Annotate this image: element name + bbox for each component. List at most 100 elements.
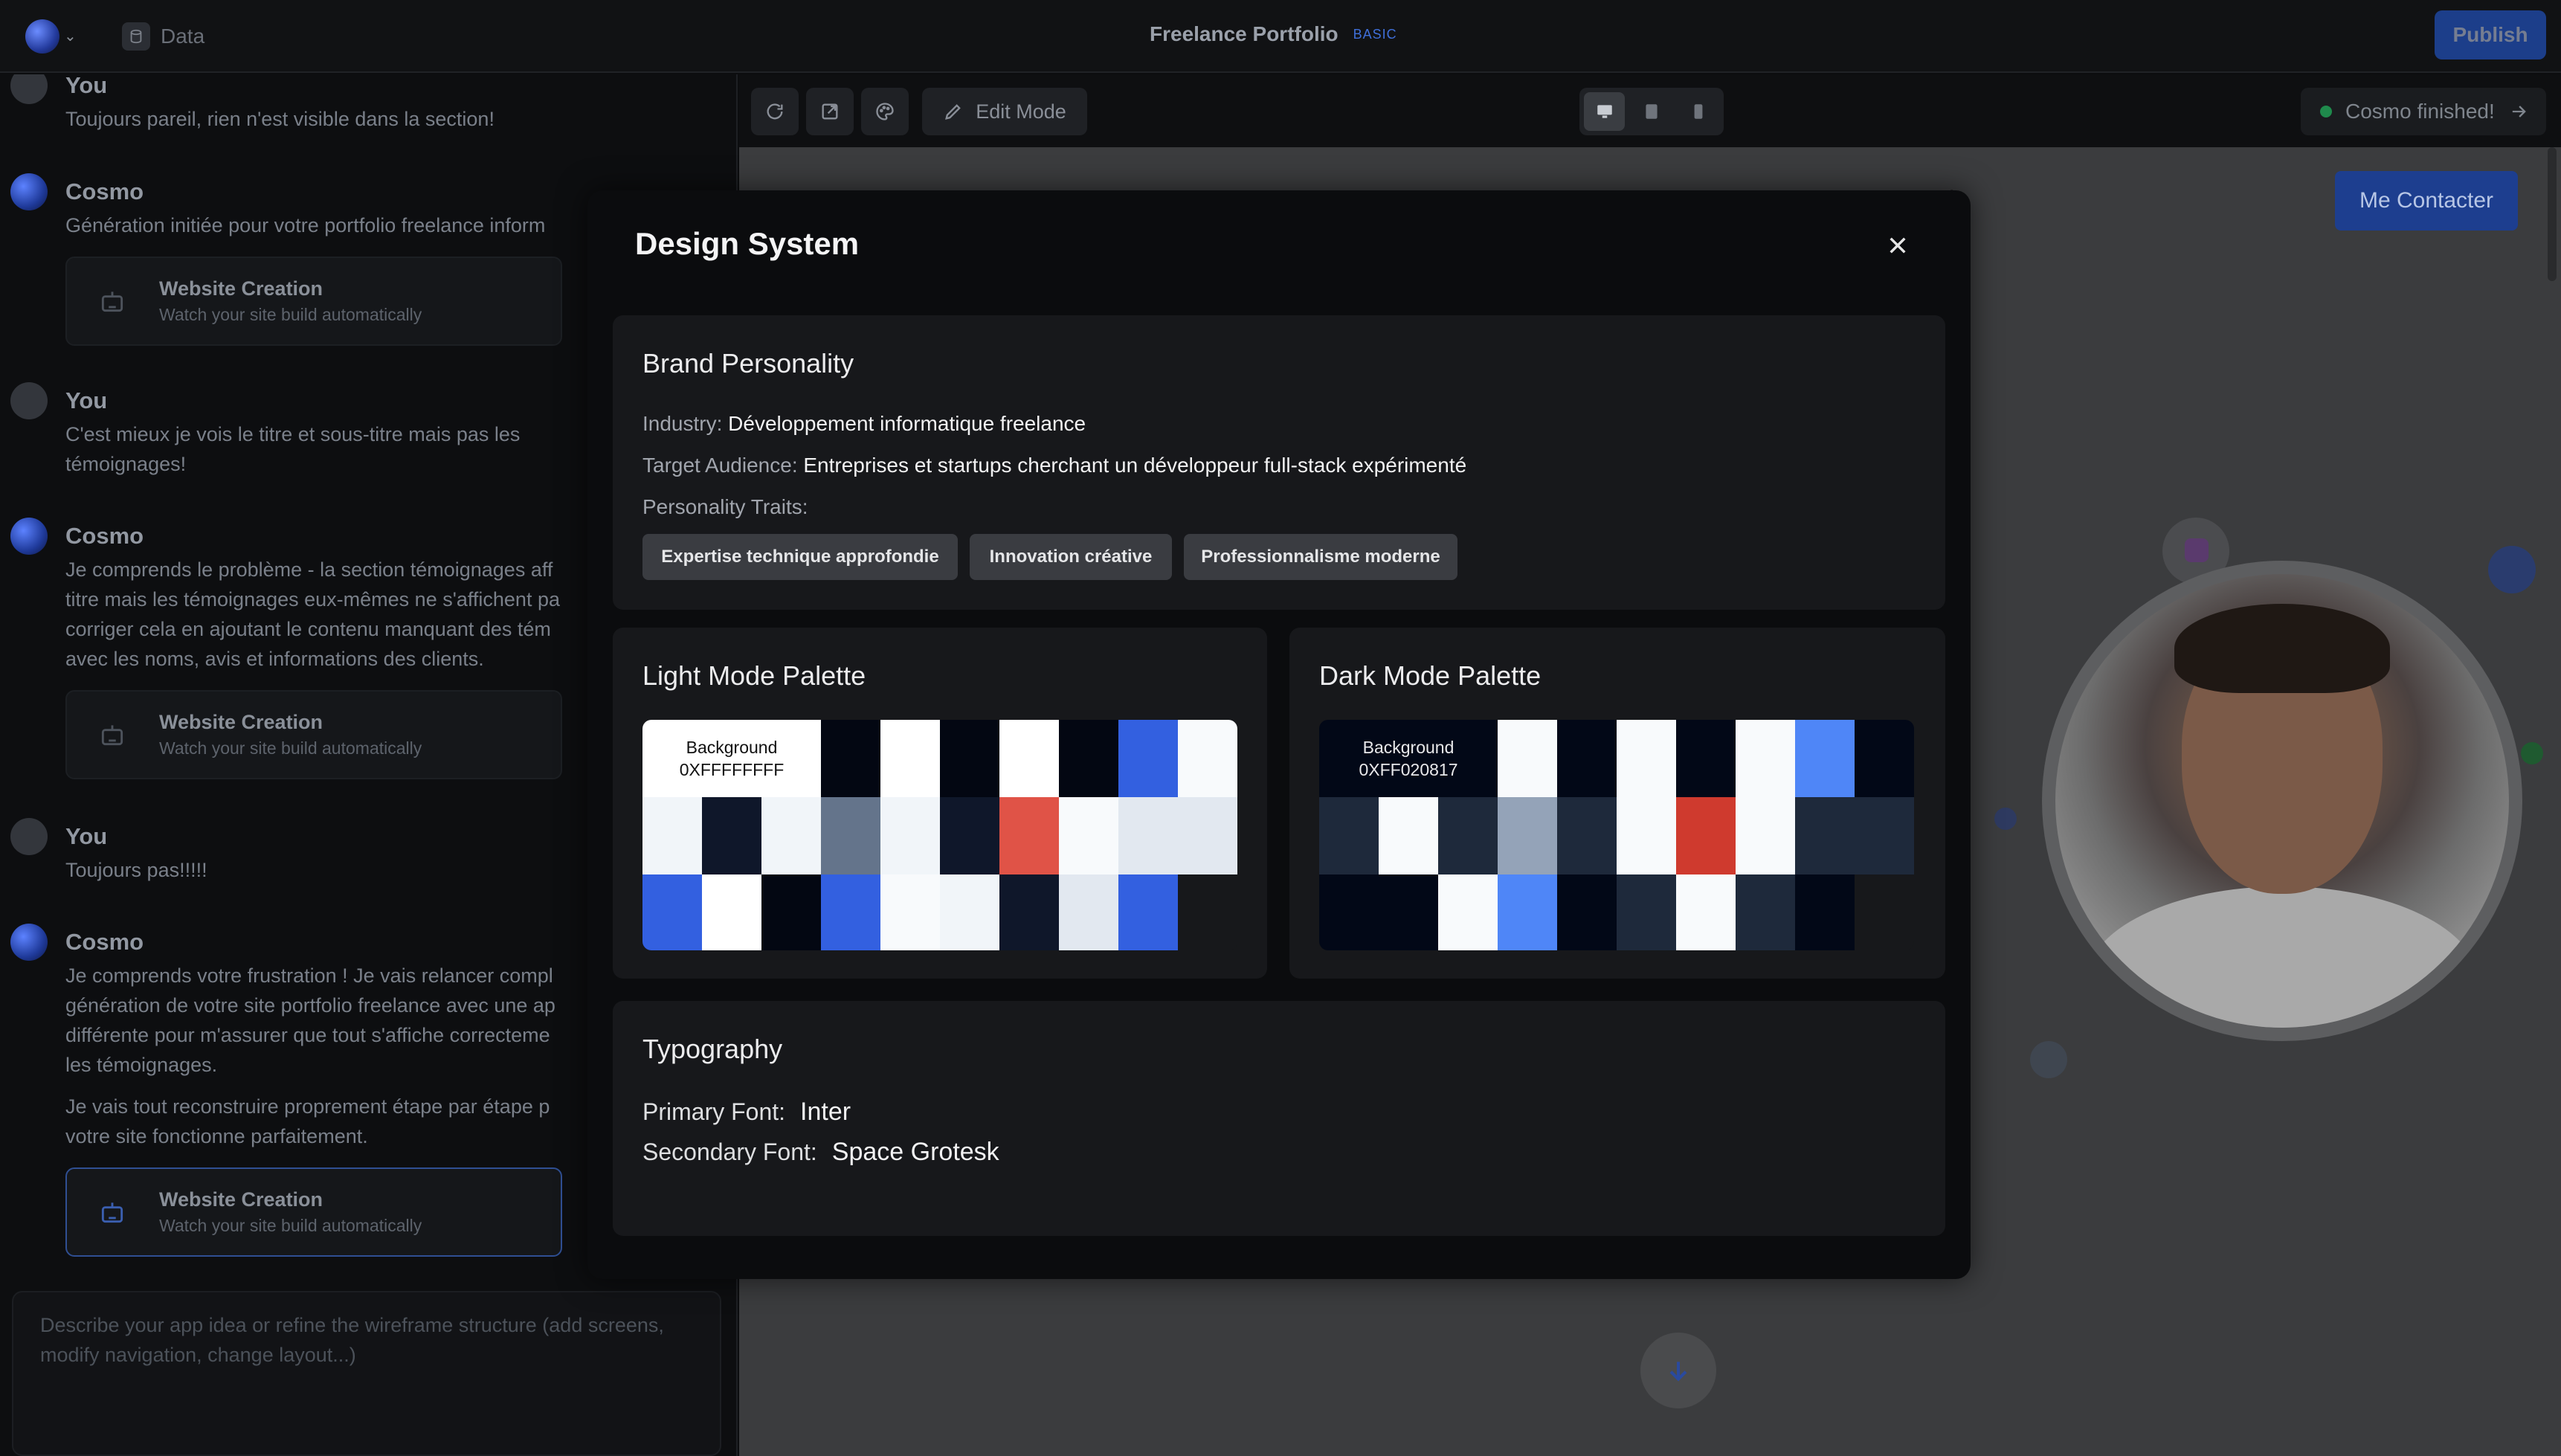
portrait-shirt bbox=[2085, 886, 2479, 1028]
chevron-down-icon[interactable]: ⌄ bbox=[64, 27, 77, 45]
publish-button[interactable]: Publish bbox=[2435, 10, 2546, 59]
chat-input-placeholder: Describe your app idea or refine the wir… bbox=[40, 1314, 664, 1366]
color-swatch[interactable] bbox=[1059, 720, 1118, 797]
color-swatch[interactable] bbox=[761, 874, 821, 950]
industry-row: Industry: Développement informatique fre… bbox=[642, 412, 1086, 436]
color-swatch[interactable] bbox=[1736, 797, 1795, 874]
secondary-font-value: Space Grotesk bbox=[831, 1138, 999, 1166]
color-swatch[interactable] bbox=[642, 874, 702, 950]
device-switcher bbox=[1579, 88, 1724, 135]
color-swatch[interactable] bbox=[821, 720, 880, 797]
color-swatch[interactable] bbox=[761, 797, 821, 874]
color-swatch[interactable] bbox=[1178, 720, 1237, 797]
color-swatch[interactable] bbox=[642, 797, 702, 874]
color-swatch[interactable] bbox=[821, 874, 880, 950]
color-swatch[interactable] bbox=[1118, 797, 1178, 874]
color-swatch[interactable] bbox=[880, 874, 940, 950]
chat-input[interactable]: Describe your app idea or refine the wir… bbox=[12, 1291, 721, 1456]
color-swatch[interactable] bbox=[999, 720, 1059, 797]
website-creation-card[interactable]: Website Creation Watch your site build au… bbox=[65, 690, 562, 779]
color-swatch[interactable] bbox=[1319, 797, 1379, 874]
color-swatch[interactable] bbox=[1617, 720, 1676, 797]
card-title: Website Creation bbox=[159, 1188, 323, 1211]
color-swatch[interactable] bbox=[1617, 797, 1676, 874]
refresh-button[interactable] bbox=[751, 88, 799, 135]
arrow-right-icon bbox=[2512, 106, 2526, 117]
panel-heading: Typography bbox=[642, 1034, 783, 1064]
industry-value: Développement informatique freelance bbox=[728, 412, 1086, 435]
design-system-modal: Design System Brand Personality Industry… bbox=[587, 190, 1971, 1279]
cosmo-avatar bbox=[10, 173, 48, 210]
color-swatch[interactable] bbox=[1178, 797, 1237, 874]
color-swatch[interactable] bbox=[1557, 720, 1617, 797]
color-swatch[interactable] bbox=[1676, 797, 1736, 874]
trait-chip: Expertise technique approfondie bbox=[642, 534, 958, 580]
color-swatch[interactable] bbox=[940, 720, 999, 797]
portrait-hair bbox=[2174, 604, 2390, 693]
tablet-view-button[interactable] bbox=[1631, 92, 1672, 131]
color-swatch[interactable] bbox=[940, 797, 999, 874]
color-swatch[interactable] bbox=[1438, 874, 1498, 950]
color-swatch[interactable] bbox=[702, 874, 761, 950]
color-swatch[interactable] bbox=[1118, 874, 1178, 950]
preview-scrollbar[interactable] bbox=[2548, 147, 2557, 281]
desktop-icon bbox=[1597, 105, 1612, 118]
color-swatch[interactable] bbox=[1736, 874, 1795, 950]
color-swatch[interactable] bbox=[1118, 720, 1178, 797]
message-author: You bbox=[65, 387, 108, 413]
message-author: You bbox=[65, 823, 108, 849]
color-swatch[interactable] bbox=[1557, 874, 1617, 950]
color-swatch[interactable] bbox=[1795, 874, 1855, 950]
color-swatch[interactable] bbox=[1438, 797, 1498, 874]
color-swatch[interactable] bbox=[1855, 797, 1914, 874]
color-swatch[interactable] bbox=[1795, 797, 1855, 874]
scroll-down-button[interactable] bbox=[1640, 1333, 1716, 1408]
audience-value: Entreprises et startups cherchant un dév… bbox=[803, 454, 1467, 477]
color-swatch[interactable] bbox=[1676, 720, 1736, 797]
color-swatch[interactable] bbox=[1557, 797, 1617, 874]
color-swatch[interactable] bbox=[1795, 720, 1855, 797]
background-swatch[interactable]: Background 0XFFFFFFFF bbox=[642, 720, 821, 797]
color-swatch[interactable] bbox=[1379, 797, 1438, 874]
website-creation-card[interactable]: Website Creation Watch your site build au… bbox=[65, 257, 562, 346]
color-swatch[interactable] bbox=[702, 797, 761, 874]
color-swatch[interactable] bbox=[1498, 874, 1557, 950]
color-swatch[interactable] bbox=[880, 797, 940, 874]
contact-button[interactable]: Me Contacter bbox=[2335, 171, 2518, 231]
plan-badge: BASIC bbox=[1353, 26, 1397, 42]
open-external-button[interactable] bbox=[806, 88, 854, 135]
edit-mode-button[interactable]: Edit Mode bbox=[922, 88, 1087, 135]
color-swatch[interactable] bbox=[1855, 720, 1914, 797]
dark-palette-grid: Background 0XFF020817 bbox=[1319, 720, 1914, 950]
website-creation-card[interactable]: Website Creation Watch your site build au… bbox=[65, 1167, 562, 1257]
color-swatch[interactable] bbox=[1736, 720, 1795, 797]
card-title: Website Creation bbox=[159, 711, 323, 733]
color-swatch[interactable] bbox=[1617, 874, 1676, 950]
color-swatch[interactable] bbox=[1676, 874, 1736, 950]
color-swatch[interactable] bbox=[1319, 874, 1379, 950]
color-swatch[interactable] bbox=[1498, 797, 1557, 874]
primary-font-row: Primary Font: Inter bbox=[642, 1098, 851, 1127]
color-swatch[interactable] bbox=[1498, 720, 1557, 797]
close-button[interactable] bbox=[1883, 231, 1913, 260]
typography-panel: Typography Primary Font: Inter Secondary … bbox=[613, 1001, 1945, 1236]
data-tab[interactable]: Data bbox=[122, 19, 204, 54]
color-swatch[interactable] bbox=[1379, 874, 1438, 950]
secondary-font-row: Secondary Font: Space Grotesk bbox=[642, 1138, 999, 1167]
color-swatch[interactable] bbox=[821, 797, 880, 874]
color-swatch[interactable] bbox=[1059, 874, 1118, 950]
tablet-icon bbox=[1646, 104, 1658, 119]
mobile-view-button[interactable] bbox=[1678, 92, 1719, 131]
preview-toolbar: Edit Mode Cosmo finished! bbox=[739, 74, 2561, 147]
status-pill[interactable]: Cosmo finished! bbox=[2301, 88, 2546, 135]
color-swatch[interactable] bbox=[1059, 797, 1118, 874]
theme-button[interactable] bbox=[861, 88, 909, 135]
color-swatch[interactable] bbox=[999, 797, 1059, 874]
color-swatch[interactable] bbox=[880, 720, 940, 797]
edit-mode-label: Edit Mode bbox=[976, 100, 1066, 123]
desktop-view-button[interactable] bbox=[1584, 92, 1626, 131]
color-swatch[interactable] bbox=[999, 874, 1059, 950]
background-swatch[interactable]: Background 0XFF020817 bbox=[1319, 720, 1498, 797]
app-logo-icon[interactable] bbox=[25, 19, 59, 54]
color-swatch[interactable] bbox=[940, 874, 999, 950]
